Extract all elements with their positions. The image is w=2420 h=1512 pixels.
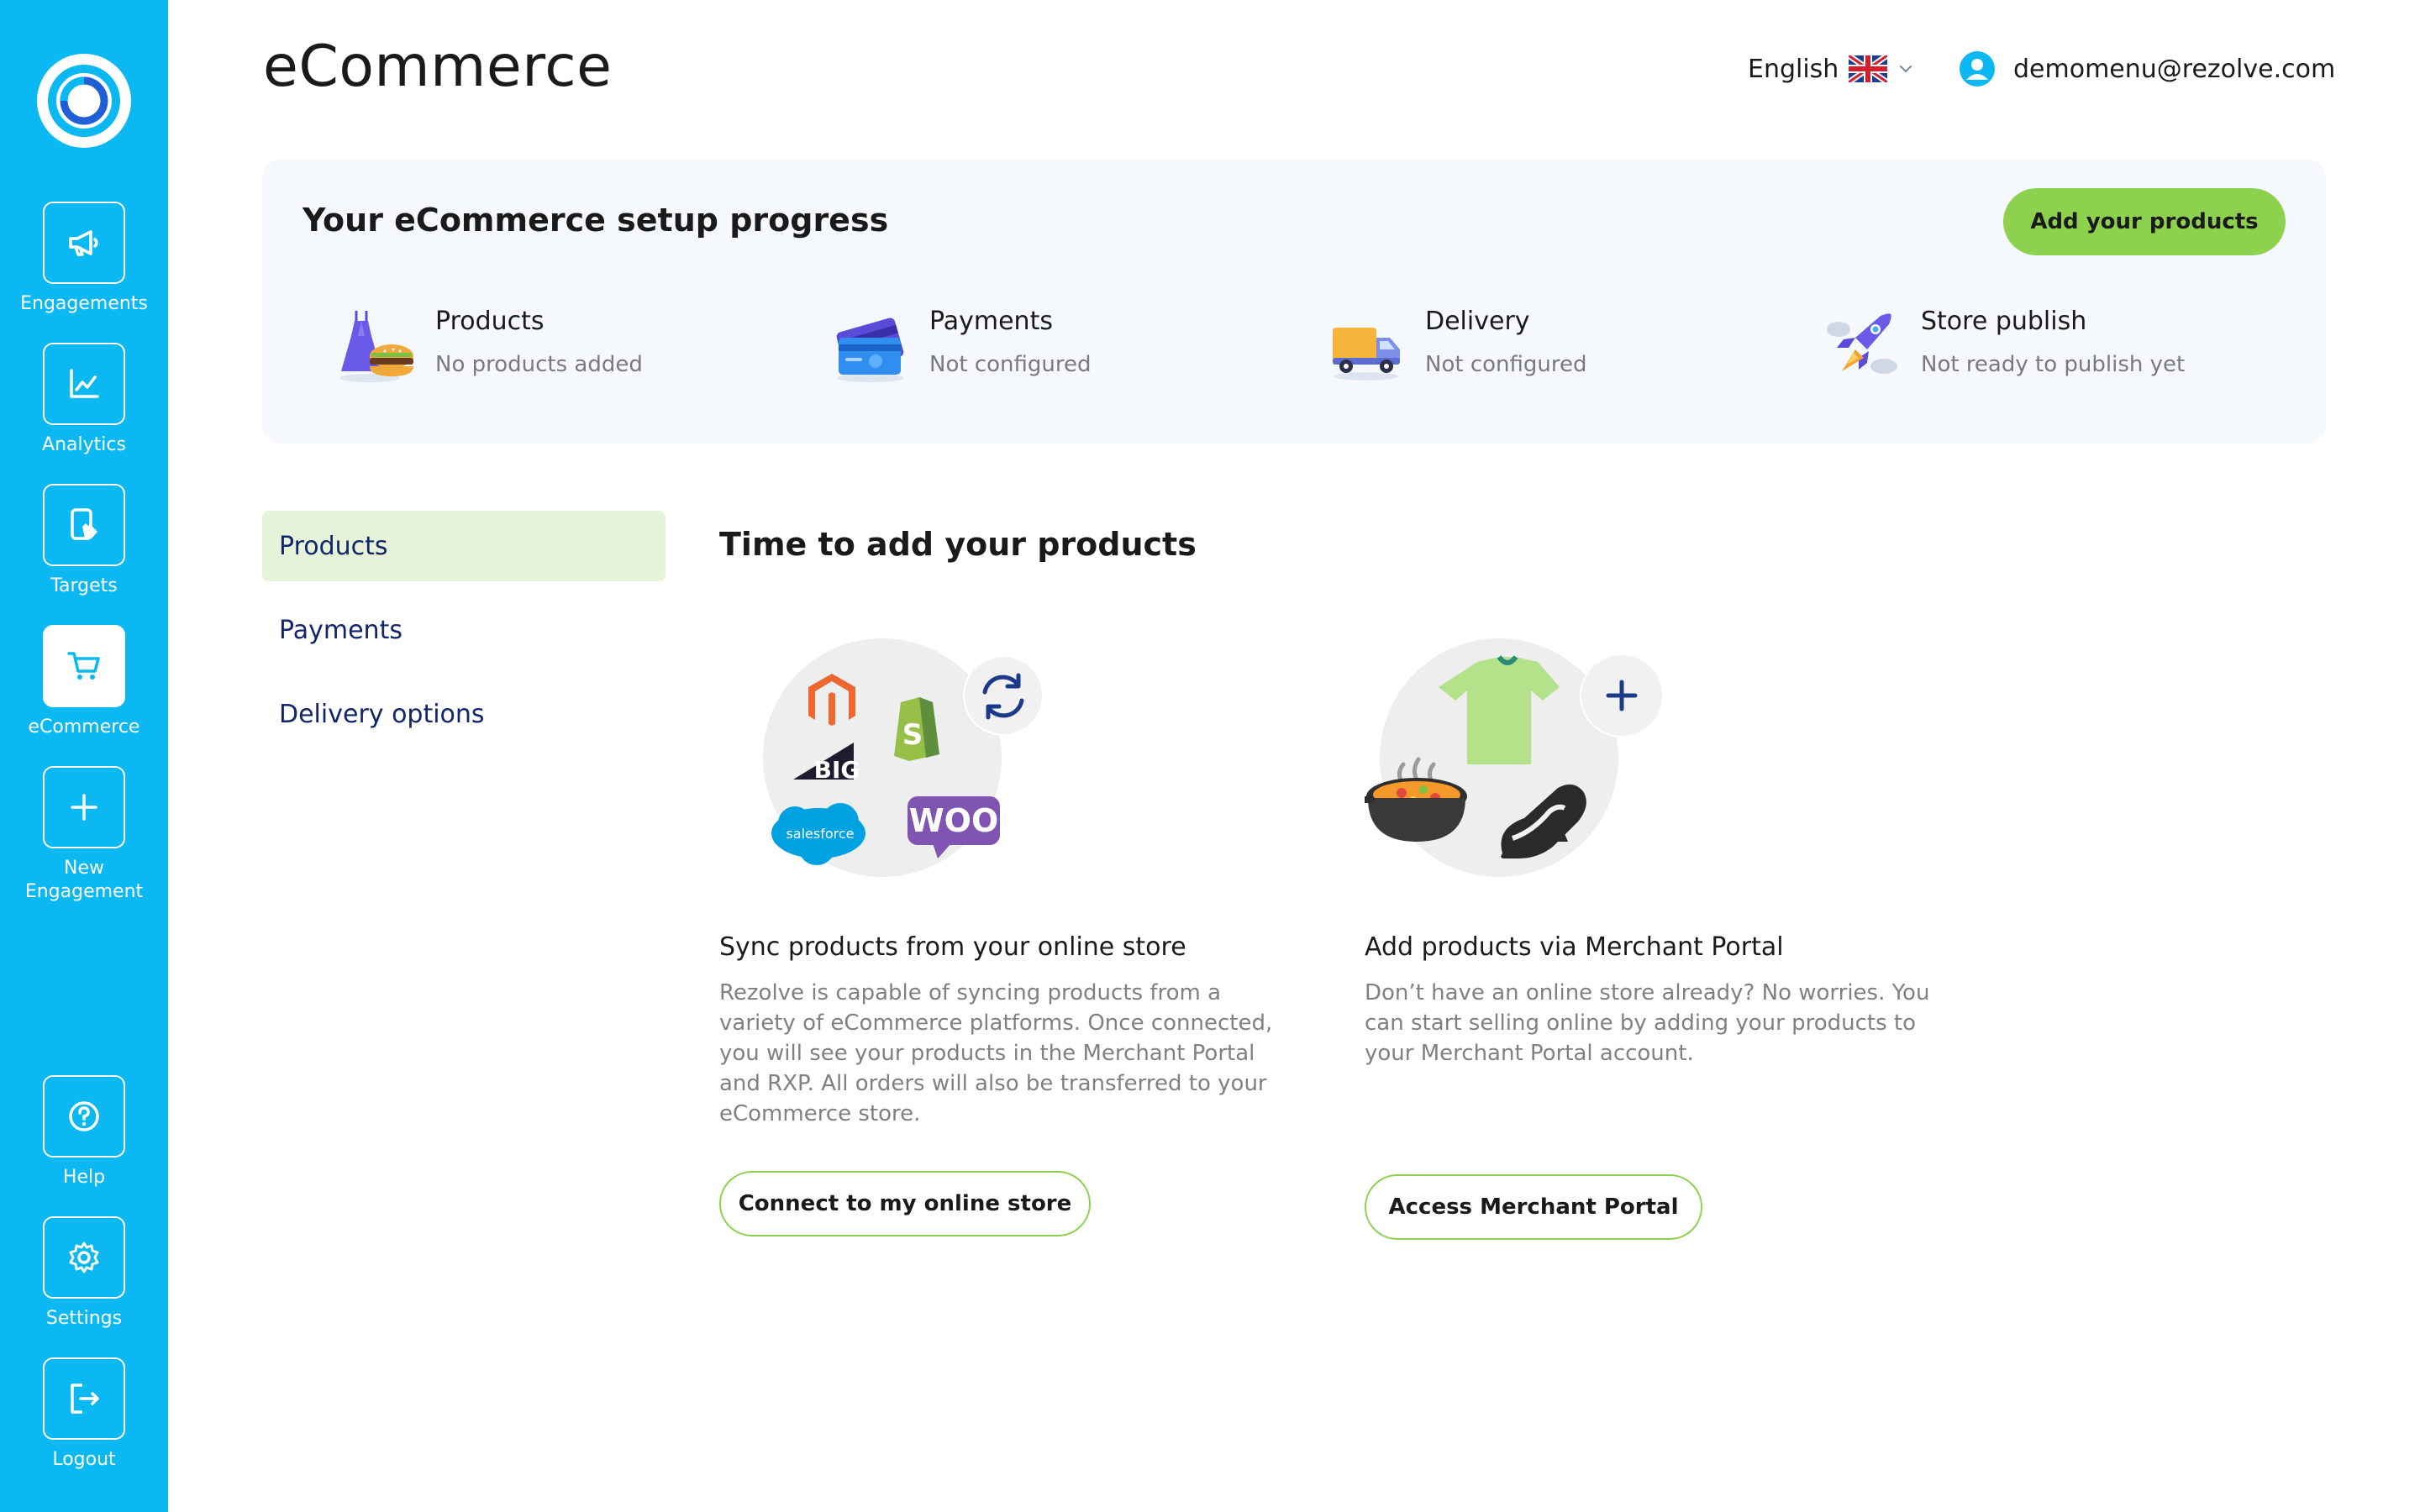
subnav-item-payments[interactable]: Payments: [262, 595, 666, 665]
logout-icon: [71, 1383, 99, 1414]
megaphone-icon: [69, 230, 98, 256]
sidebar-item-logout-box[interactable]: [43, 1357, 125, 1440]
progress-step-store-publish: Store publish Not ready to publish yet: [1822, 304, 2185, 396]
svg-text:S: S: [902, 718, 923, 752]
user-menu[interactable]: demomenu@rezolve.com: [1958, 49, 2335, 89]
sidebar-item-targets-box[interactable]: [43, 484, 125, 566]
rocket-icon: [1827, 313, 1897, 374]
sidebar-item-label: Help: [62, 1167, 106, 1188]
section-title: Time to add your products: [719, 526, 1197, 563]
question-icon: [69, 1101, 99, 1131]
credit-card-icon: [836, 318, 904, 382]
card-description-merchant-portal: Don’t have an online store already? No w…: [1365, 978, 1929, 1068]
sidebar-item-label-line1: New: [64, 858, 104, 879]
description-line: Don’t have an online store already? No w…: [1365, 980, 1930, 1005]
progress-step-payments: Payments Not configured: [830, 304, 1091, 396]
step-title: Store publish: [1921, 307, 2087, 336]
sidebar-item-targets[interactable]: Targets: [0, 484, 168, 598]
language-label: English: [1748, 54, 1839, 84]
dress-burger-icon: [339, 311, 413, 382]
setup-progress-card: Your eCommerce setup progress Add your p…: [262, 160, 2326, 444]
progress-step-products: Products No products added: [336, 304, 643, 396]
plus-icon: [71, 794, 97, 821]
sidebar-item-label-line2: Engagement: [24, 881, 144, 902]
access-merchant-portal-button[interactable]: Access Merchant Portal: [1365, 1174, 1702, 1240]
cart-icon: [67, 652, 100, 680]
user-email: demomenu@rezolve.com: [2013, 54, 2336, 84]
sidebar-item-help[interactable]: Help: [0, 1075, 168, 1189]
app-root: Engagements Analytics Targets eCommerce …: [0, 0, 2420, 1512]
step-status: No products added: [435, 352, 643, 377]
gear-icon: [69, 1242, 99, 1273]
step-title: Products: [435, 307, 544, 336]
card-description-sync: Rezolve is capable of syncing products f…: [719, 978, 1272, 1129]
sidebar-item-label: Engagements: [20, 293, 148, 314]
sidebar-item-settings[interactable]: Settings: [0, 1216, 168, 1331]
sidebar-item-label: Targets: [50, 575, 118, 596]
step-title: Delivery: [1425, 307, 1530, 336]
sidebar-item-new-engagement[interactable]: New Engagement: [0, 766, 168, 904]
salesforce-logo-text: salesforce: [786, 826, 854, 842]
description-line: variety of eCommerce platforms. Once con…: [719, 1011, 1273, 1036]
sidebar: Engagements Analytics Targets eCommerce …: [0, 0, 168, 1512]
add-your-products-button[interactable]: Add your products: [2003, 188, 2286, 255]
description-line: eCommerce store.: [719, 1101, 921, 1126]
sidebar-item-ecommerce[interactable]: eCommerce: [0, 625, 168, 739]
merchant-products-illustration: [1365, 638, 1664, 877]
card-title-sync: Sync products from your online store: [719, 932, 1186, 962]
step-status: Not configured: [929, 352, 1092, 377]
chevron-down-icon: [1900, 65, 1912, 73]
rezolve-logo[interactable]: [37, 54, 131, 148]
truck-icon: [1333, 328, 1400, 381]
subnav-item-delivery-options[interactable]: Delivery options: [262, 679, 666, 749]
line-chart-icon: [70, 369, 99, 398]
platforms-sync-illustration: S BIG salesforce WOO: [763, 638, 1044, 877]
bigcommerce-logo-text: BIG: [814, 756, 860, 784]
connect-online-store-button[interactable]: Connect to my online store: [719, 1171, 1091, 1236]
sidebar-item-analytics-box[interactable]: [43, 343, 125, 425]
sidebar-item-engagements[interactable]: Engagements: [0, 202, 168, 316]
sidebar-item-label: Settings: [45, 1308, 123, 1329]
sidebar-item-help-box[interactable]: [43, 1075, 125, 1158]
sidebar-item-analytics[interactable]: Analytics: [0, 343, 168, 457]
sidebar-item-logout[interactable]: Logout: [0, 1357, 168, 1472]
woocommerce-logo-text: WOO: [909, 802, 999, 839]
step-status: Not configured: [1425, 352, 1587, 377]
sidebar-item-ecommerce-box[interactable]: [43, 625, 125, 707]
step-title: Payments: [929, 307, 1053, 336]
description-line: you will see your products in the Mercha…: [719, 1041, 1255, 1066]
shopify-logo-icon: S: [894, 697, 939, 761]
step-status: Not ready to publish yet: [1921, 352, 2186, 377]
user-avatar-icon: [1960, 51, 1995, 87]
description-line: your Merchant Portal account.: [1365, 1041, 1694, 1066]
phone-tap-icon: [71, 508, 97, 540]
sidebar-item-new-engagement-box[interactable]: [43, 766, 125, 848]
description-line: Rezolve is capable of syncing products f…: [719, 980, 1222, 1005]
subnav-item-products[interactable]: Products: [262, 511, 666, 581]
sidebar-item-label: eCommerce: [28, 717, 140, 738]
progress-step-delivery: Delivery Not configured: [1326, 304, 1586, 396]
description-line: can start selling online by adding your …: [1365, 1011, 1917, 1036]
progress-title: Your eCommerce setup progress: [302, 202, 889, 239]
page-title: eCommerce: [263, 34, 613, 100]
sidebar-item-settings-box[interactable]: [43, 1216, 125, 1299]
rezolve-logo-icon: [48, 65, 120, 137]
uk-flag-icon: [1849, 55, 1888, 82]
sidebar-item-label: Logout: [52, 1449, 116, 1470]
sidebar-item-label: Analytics: [42, 434, 126, 455]
card-title-merchant-portal: Add products via Merchant Portal: [1365, 932, 1784, 962]
language-selector[interactable]: English: [1748, 50, 1914, 87]
description-line: and RXP. All orders will also be transfe…: [719, 1071, 1267, 1096]
sidebar-item-engagements-box[interactable]: [43, 202, 125, 284]
sidebar-item-label: New Engagement: [4, 857, 164, 904]
